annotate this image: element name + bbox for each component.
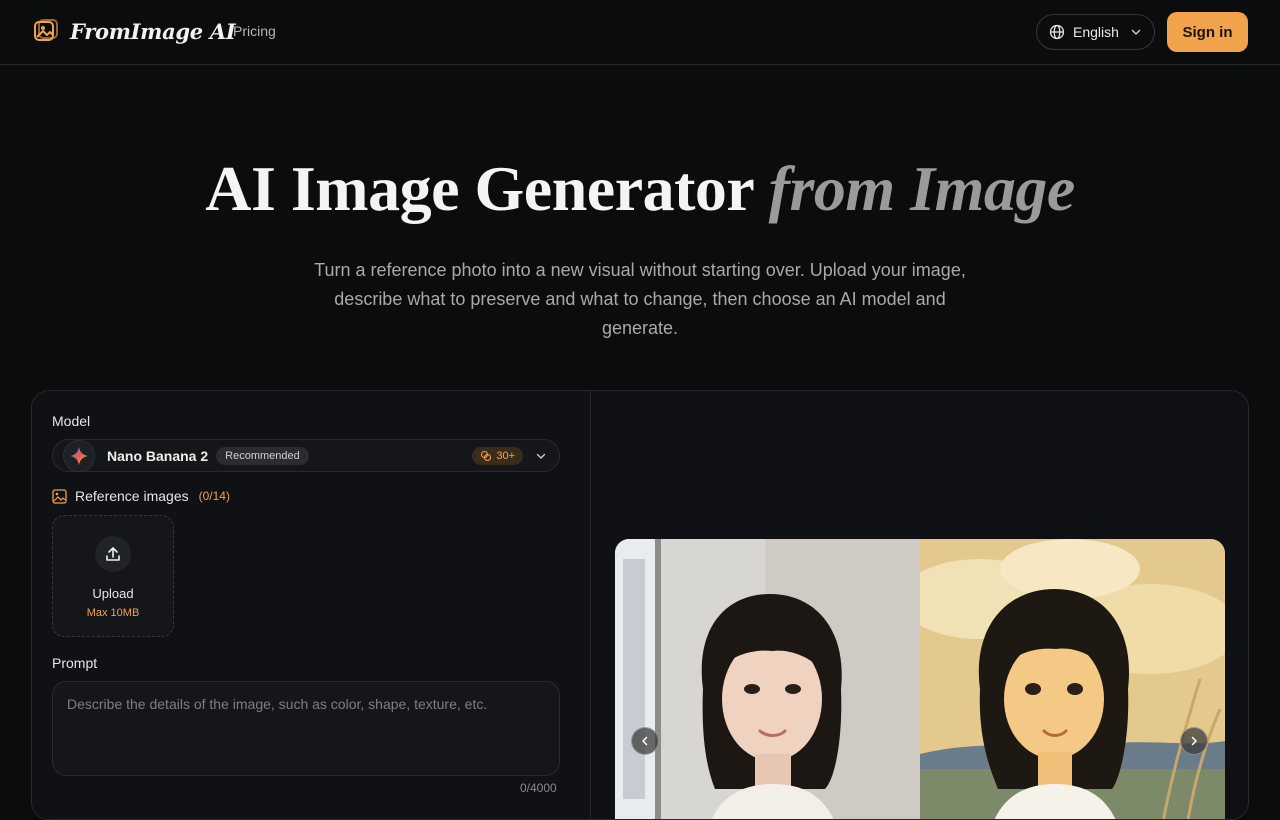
settings-panel: Model Nano Banana 2 Recommended 30+ Refe… <box>32 391 591 819</box>
title-main: AI Image Generator <box>205 153 754 224</box>
coins-icon <box>481 450 492 461</box>
carousel-prev-button[interactable] <box>631 727 659 755</box>
chevron-right-icon <box>1191 736 1197 746</box>
page-title: AI Image Generator from Image <box>0 152 1280 226</box>
credits-value: 30+ <box>496 449 515 462</box>
credits-badge: 30+ <box>472 446 523 465</box>
prompt-label: Prompt <box>52 655 98 671</box>
prompt-char-count: 0/4000 <box>520 781 557 795</box>
language-label: English <box>1073 24 1119 40</box>
image-icon <box>52 488 67 504</box>
sign-in-button[interactable]: Sign in <box>1167 12 1248 52</box>
photo-frame-icon <box>34 19 58 41</box>
reference-images-header: Reference images (0/14) <box>52 488 230 504</box>
sparkle-star-icon <box>70 446 88 465</box>
nav-link-pricing[interactable]: Pricing <box>233 23 276 39</box>
generator-card: Model Nano Banana 2 Recommended 30+ Refe… <box>31 390 1249 820</box>
upload-icon-wrapper <box>95 536 131 572</box>
chevron-left-icon <box>642 736 648 746</box>
brand-logo[interactable]: FromImage AI <box>32 17 236 45</box>
recommended-badge: Recommended <box>216 446 309 465</box>
example-photo-original <box>615 539 920 819</box>
upload-dropzone[interactable]: Upload Max 10MB <box>52 515 174 637</box>
title-accent: from Image <box>768 153 1076 224</box>
reference-count: (0/14) <box>198 489 230 503</box>
upload-label: Upload <box>92 586 134 601</box>
example-photo-anime <box>920 539 1225 819</box>
model-avatar <box>63 439 95 472</box>
upload-max-size: Max 10MB <box>86 607 140 619</box>
top-navbar: FromImage AI Pricing English Sign in <box>0 0 1280 65</box>
globe-icon <box>1049 24 1065 40</box>
reference-label: Reference images <box>75 488 189 504</box>
carousel-next-button[interactable] <box>1180 727 1208 755</box>
page-subtitle: Turn a reference photo into a new visual… <box>314 260 966 338</box>
brand-name: FromImage AI <box>70 18 236 44</box>
prompt-input[interactable] <box>52 681 560 776</box>
example-comparison <box>615 539 1225 819</box>
chevron-down-icon <box>1131 29 1141 35</box>
chevron-down-icon <box>536 453 546 459</box>
upload-icon <box>106 547 120 561</box>
model-selector[interactable]: Nano Banana 2 Recommended 30+ <box>52 439 560 472</box>
language-selector[interactable]: English <box>1036 14 1155 50</box>
model-name: Nano Banana 2 <box>107 447 209 464</box>
model-label: Model <box>52 413 91 429</box>
